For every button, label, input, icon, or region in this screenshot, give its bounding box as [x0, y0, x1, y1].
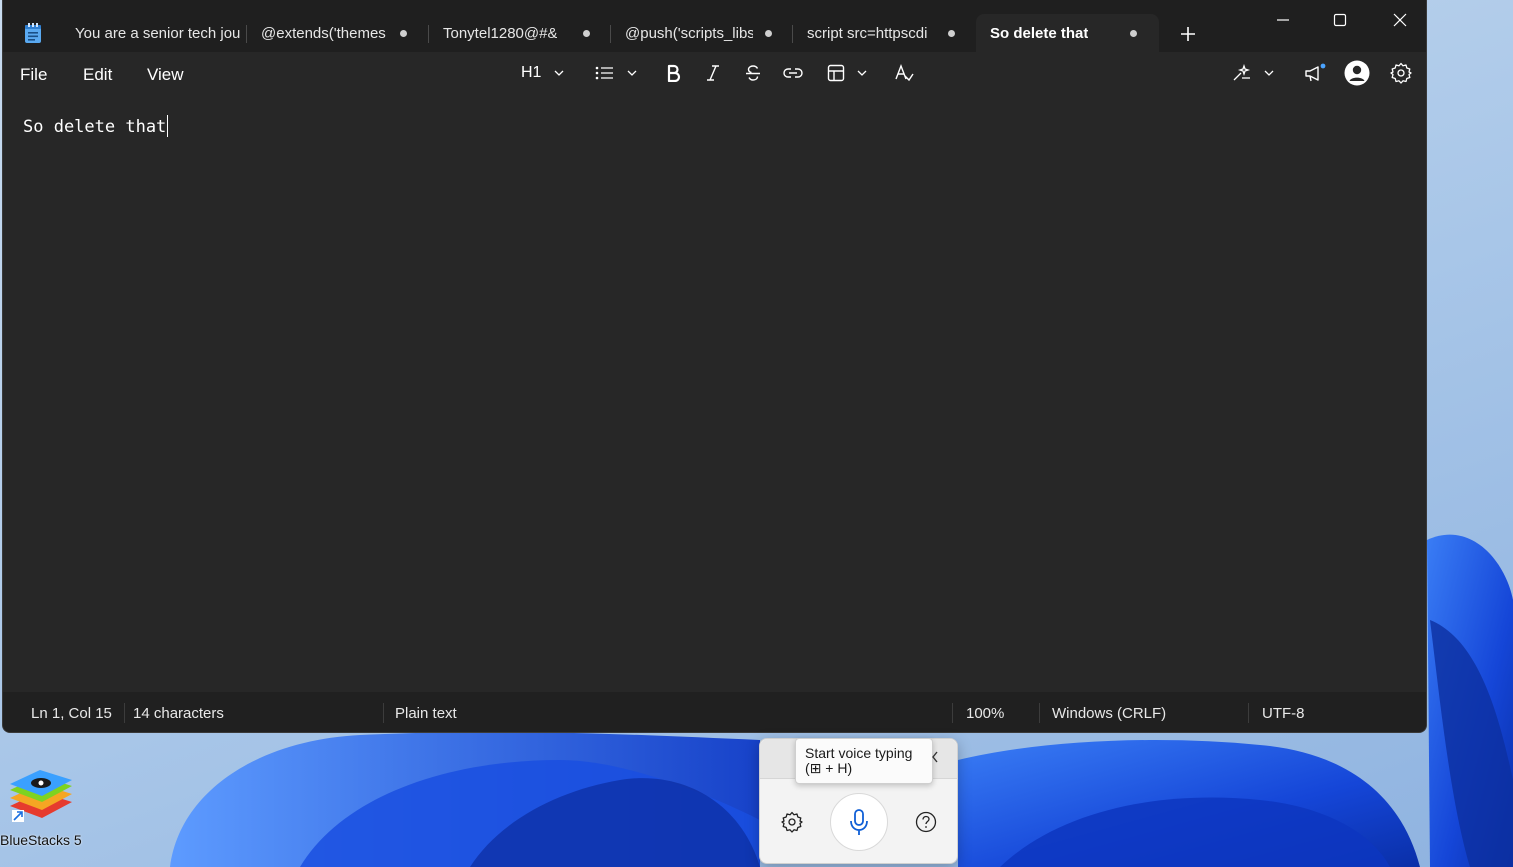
- copilot-rewrite-dropdown[interactable]: [1232, 60, 1275, 86]
- tab-3[interactable]: Tonytel1280@#&: [429, 14, 611, 52]
- text-editor[interactable]: So delete that: [3, 94, 1426, 692]
- encoding[interactable]: UTF-8: [1262, 705, 1305, 722]
- tooltip-line-1: Start voice typing: [805, 745, 913, 761]
- list-dropdown[interactable]: [595, 60, 638, 86]
- list-icon: [595, 66, 613, 80]
- character-count: 14 characters: [133, 705, 224, 722]
- chevron-down-icon: [554, 70, 564, 76]
- close-window-button[interactable]: [1377, 4, 1423, 36]
- link-icon: [783, 68, 803, 78]
- status-separator: [1248, 703, 1249, 723]
- tab-title: Tonytel1280@#&: [443, 24, 558, 42]
- maximize-icon: [1333, 13, 1347, 27]
- chevron-down-icon: [1264, 70, 1274, 76]
- link-button[interactable]: [783, 60, 803, 86]
- unsaved-dot-icon[interactable]: [400, 30, 407, 37]
- unsaved-dot-icon[interactable]: [948, 30, 955, 37]
- minimize-icon: [1277, 19, 1289, 21]
- settings-icon: [781, 811, 803, 833]
- unsaved-dot-icon[interactable]: [1130, 30, 1137, 37]
- notepad-app-icon: [25, 23, 41, 43]
- unsaved-dot-icon[interactable]: [583, 30, 590, 37]
- editor-text-value: So delete that: [23, 117, 167, 137]
- copilot-rewrite-icon: [1233, 64, 1251, 81]
- clear-formatting-button[interactable]: [894, 60, 914, 86]
- italic-button[interactable]: [704, 60, 722, 86]
- maximize-button[interactable]: [1317, 4, 1363, 36]
- status-separator: [124, 703, 125, 723]
- tab-6-active[interactable]: So delete that: [976, 14, 1159, 52]
- tab-2[interactable]: @extends('themes: [247, 14, 429, 52]
- menu-edit[interactable]: Edit: [83, 65, 112, 85]
- account-button[interactable]: [1344, 60, 1370, 86]
- minimize-button[interactable]: [1260, 4, 1306, 36]
- status-bar: Ln 1, Col 15 14 characters Plain text 10…: [3, 692, 1426, 732]
- tooltip-line-2: (⊞ + H): [805, 760, 853, 776]
- notifications-button[interactable]: [1303, 60, 1327, 86]
- table-icon: [827, 64, 845, 82]
- strikethrough-button[interactable]: [744, 60, 762, 86]
- status-separator: [952, 703, 953, 723]
- chevron-down-icon: [627, 70, 637, 76]
- menu-view[interactable]: View: [147, 65, 184, 85]
- status-separator: [383, 703, 384, 723]
- status-separator: [1039, 703, 1040, 723]
- tab-title: So delete that: [990, 24, 1089, 42]
- tab-title: You are a senior tech jou: [75, 24, 241, 42]
- heading-dropdown[interactable]: H1: [521, 60, 565, 86]
- new-tab-plus-icon[interactable]: [1176, 22, 1200, 46]
- microphone-button[interactable]: [830, 793, 888, 851]
- zoom-level[interactable]: 100%: [966, 705, 1004, 722]
- clear-formatting-icon: [895, 64, 914, 82]
- help-icon: [915, 811, 937, 833]
- settings-button[interactable]: [1390, 60, 1412, 86]
- tab-title: script src=httpscdi: [807, 24, 928, 42]
- close-icon: [1393, 13, 1407, 27]
- bluestacks-icon[interactable]: [0, 768, 90, 858]
- voice-help-button[interactable]: [912, 808, 940, 836]
- cursor-position[interactable]: Ln 1, Col 15: [31, 705, 112, 722]
- chevron-left-icon[interactable]: [930, 750, 940, 764]
- account-icon: [1344, 60, 1370, 86]
- line-ending[interactable]: Windows (CRLF): [1052, 705, 1166, 722]
- tab-title: @extends('themes: [261, 24, 386, 42]
- strikethrough-icon: [746, 65, 760, 81]
- unsaved-dot-icon[interactable]: [765, 30, 772, 37]
- bold-button[interactable]: [664, 60, 682, 86]
- file-format[interactable]: Plain text: [395, 705, 457, 722]
- voice-settings-button[interactable]: [778, 808, 806, 836]
- chevron-down-icon: [857, 70, 867, 76]
- notepad-window: You are a senior tech jou @extends('them…: [2, 0, 1427, 733]
- voice-typing-tooltip: Start voice typing (⊞ + H): [795, 738, 933, 784]
- editor-content[interactable]: So delete that: [23, 115, 169, 137]
- tab-title: @push('scripts_libs: [625, 24, 753, 42]
- tab-5[interactable]: script src=httpscdi: [793, 14, 975, 52]
- microphone-icon: [850, 809, 868, 835]
- notifications-icon: [1305, 63, 1326, 82]
- menu-file[interactable]: File: [20, 65, 47, 85]
- tab-1[interactable]: You are a senior tech jou: [61, 14, 247, 52]
- tab-4[interactable]: @push('scripts_libs: [611, 14, 793, 52]
- table-dropdown[interactable]: [827, 60, 868, 86]
- text-caret: [167, 115, 169, 137]
- bold-icon: [667, 64, 681, 82]
- settings-icon: [1390, 62, 1412, 84]
- heading-label: H1: [521, 64, 542, 81]
- tab-bar: You are a senior tech jou @extends('them…: [3, 0, 1426, 52]
- italic-icon: [707, 65, 719, 81]
